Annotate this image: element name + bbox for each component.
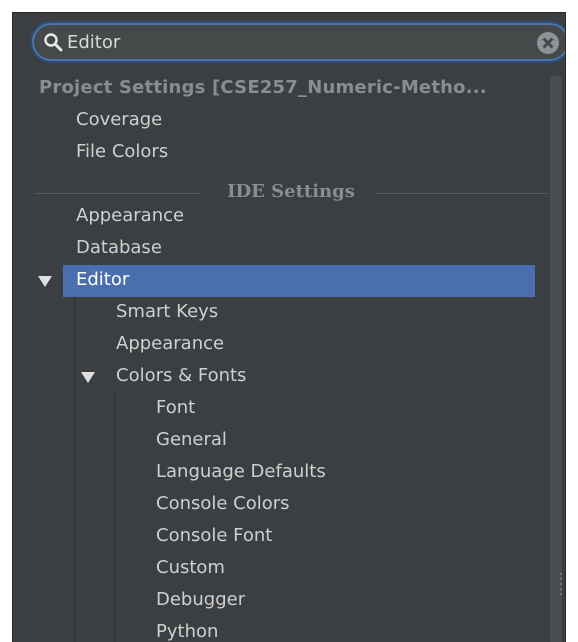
expand-arrow-icon[interactable] (81, 372, 95, 383)
vertical-scrollbar[interactable] (547, 75, 565, 642)
tree-item-font[interactable]: Font (156, 393, 195, 425)
tree-item-file-colors[interactable]: File Colors (76, 137, 168, 169)
tree-guide-line (114, 393, 115, 642)
clear-icon[interactable] (536, 31, 560, 55)
tree-guide-line (74, 297, 75, 642)
settings-panel: Project Settings [CSE257_Numeric-Metho..… (12, 12, 566, 642)
tree-item-custom[interactable]: Custom (156, 553, 225, 585)
tree-item-console-font[interactable]: Console Font (156, 521, 272, 553)
tree-item-debugger[interactable]: Debugger (156, 585, 245, 617)
tree-item-colors-fonts[interactable]: Colors & Fonts (116, 361, 246, 393)
tree-item-general[interactable]: General (156, 425, 227, 457)
search-icon (44, 33, 63, 52)
tree-item-database[interactable]: Database (76, 233, 162, 265)
project-settings-header: Project Settings [CSE257_Numeric-Metho..… (39, 77, 487, 98)
tree-item-editor-appearance[interactable]: Appearance (116, 329, 224, 361)
scrollbar-thumb[interactable] (550, 75, 562, 642)
tree-item-python[interactable]: Python (156, 617, 218, 642)
tree-item-appearance[interactable]: Appearance (76, 201, 184, 233)
tree-item-editor[interactable]: Editor (63, 265, 535, 297)
tree-item-coverage[interactable]: Coverage (76, 105, 162, 137)
tree-item-language-defaults[interactable]: Language Defaults (156, 457, 326, 489)
tree-item-console-colors[interactable]: Console Colors (156, 489, 290, 521)
expand-arrow-icon[interactable] (38, 276, 52, 287)
search-input[interactable] (67, 29, 527, 55)
ide-settings-header: IDE Settings (227, 181, 355, 202)
resize-grip[interactable] (560, 573, 563, 603)
tree-item-smart-keys[interactable]: Smart Keys (116, 297, 218, 329)
search-field[interactable] (32, 23, 565, 61)
